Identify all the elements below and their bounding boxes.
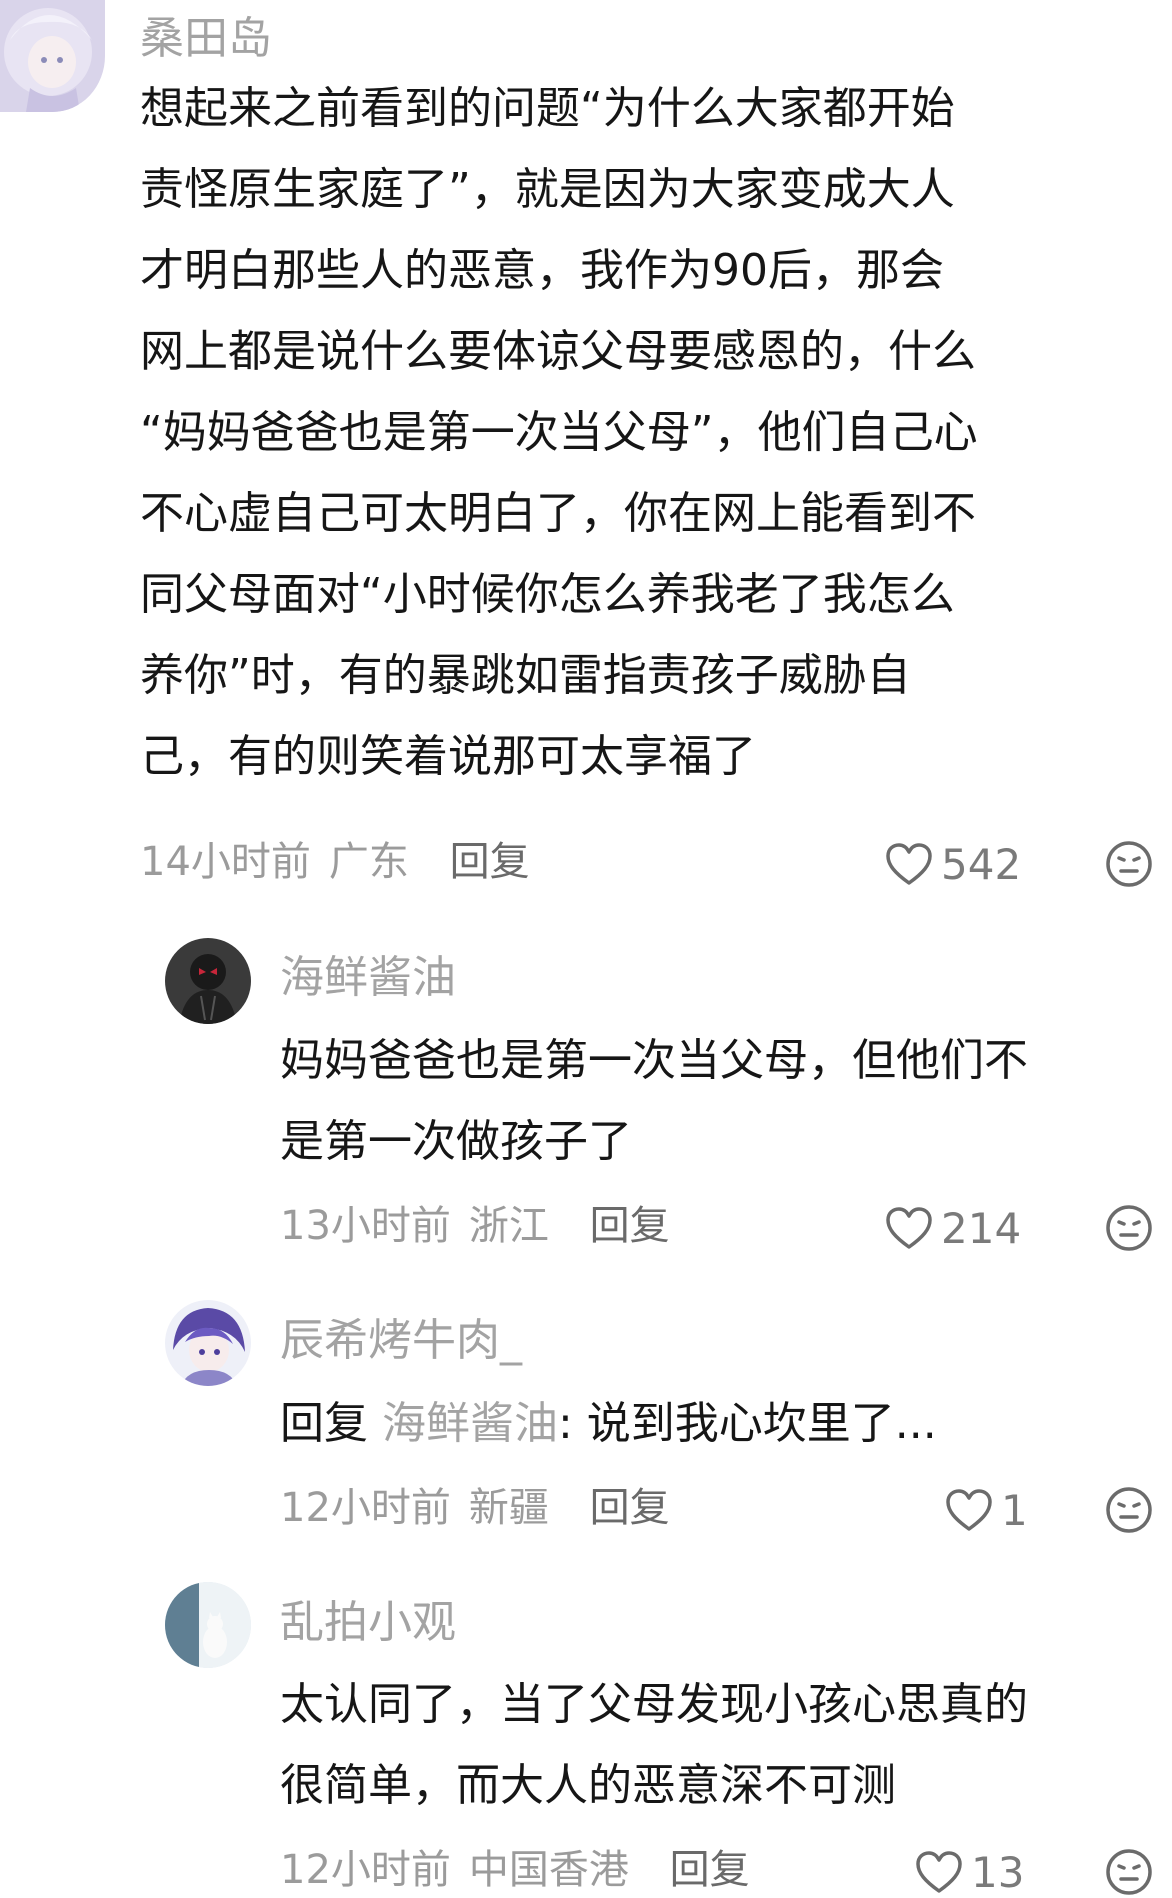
- like-count: 542: [941, 840, 1022, 889]
- reply-target-username[interactable]: 海鲜酱油: [382, 1398, 558, 1449]
- reply-button[interactable]: 回复: [590, 1485, 670, 1531]
- comment-line: 是第一次做孩子了: [280, 1116, 632, 1167]
- comment-line: 网上都是说什么要体谅父母要感恩的，什么: [140, 326, 976, 377]
- neutral-face-icon: [1106, 1849, 1152, 1895]
- dislike-button[interactable]: [1105, 840, 1153, 888]
- comment-text[interactable]: 回复 海鲜酱油: 说到我心坎里了...: [280, 1383, 1160, 1464]
- comment-line: 太认同了，当了父母发现小孩心思真的: [280, 1679, 1028, 1730]
- username[interactable]: 海鲜酱油: [280, 951, 456, 1005]
- heart-icon: [886, 843, 932, 885]
- heart-icon: [886, 1207, 932, 1249]
- reply-prefix: 回复: [280, 1398, 368, 1449]
- comment-line: 回复 海鲜酱油: 说到我心坎里了...: [280, 1383, 1160, 1464]
- timestamp: 14小时前: [140, 839, 311, 885]
- comment-text[interactable]: 妈妈爸爸也是第一次当父母，但他们不 是第一次做孩子了: [280, 1020, 1160, 1182]
- reply-content: : 说到我心坎里了...: [558, 1398, 937, 1449]
- comment-line: 才明白那些人的恶意，我作为90后，那会: [140, 245, 944, 296]
- location: 新疆: [468, 1485, 549, 1531]
- comment-meta: 14小时前 广东 回复: [140, 837, 530, 887]
- comment-line: 想起来之前看到的问题“为什么大家都开始: [140, 83, 955, 134]
- reply-button[interactable]: 回复: [450, 839, 530, 885]
- like-count: 13: [971, 1848, 1025, 1897]
- window-cat-avatar-icon: [165, 1582, 251, 1668]
- dark-masked-figure-avatar-icon: [165, 938, 251, 1024]
- dislike-button[interactable]: [1105, 1486, 1153, 1534]
- comment-meta: 13小时前 浙江 回复: [280, 1201, 670, 1251]
- like-count: 1: [1001, 1486, 1028, 1535]
- comment-meta: 12小时前 新疆 回复: [280, 1483, 670, 1533]
- heart-icon: [946, 1489, 992, 1531]
- comment-line: 己，有的则笑着说那可太享福了: [140, 731, 756, 782]
- comment-text[interactable]: 太认同了，当了父母发现小孩心思真的 很简单，而大人的恶意深不可测: [280, 1664, 1160, 1826]
- neutral-face-icon: [1106, 1487, 1152, 1533]
- dislike-button[interactable]: [1105, 1204, 1153, 1252]
- timestamp: 12小时前: [280, 1485, 451, 1531]
- reply-button[interactable]: 回复: [590, 1203, 670, 1249]
- comment-meta: 12小时前 中国香港 回复: [280, 1845, 750, 1895]
- comment-line: 责怪原生家庭了”，就是因为大家变成大人: [140, 164, 955, 215]
- neutral-face-icon: [1106, 841, 1152, 887]
- avatar[interactable]: [165, 1300, 251, 1386]
- like-button[interactable]: 214: [885, 1204, 1021, 1254]
- comment-line: “妈妈爸爸也是第一次当父母”，他们自己心: [140, 407, 978, 458]
- anime-purple-hair-avatar-icon: [165, 1300, 251, 1386]
- neutral-face-icon: [1106, 1205, 1152, 1251]
- heart-icon: [916, 1851, 962, 1893]
- comment-line: 妈妈爸爸也是第一次当父母，但他们不: [280, 1035, 1028, 1086]
- like-button[interactable]: 542: [885, 840, 1021, 890]
- comment-line: 很简单，而大人的恶意深不可测: [280, 1760, 896, 1811]
- comment-text[interactable]: 想起来之前看到的问题“为什么大家都开始 责怪原生家庭了”，就是因为大家变成大人 …: [140, 68, 1160, 797]
- location: 中国香港: [468, 1847, 629, 1893]
- timestamp: 12小时前: [280, 1847, 451, 1893]
- reply-button[interactable]: 回复: [670, 1847, 750, 1893]
- location: 广东: [328, 839, 409, 885]
- avatar[interactable]: [165, 938, 251, 1024]
- comment-line: 养你”时，有的暴跳如雷指责孩子威胁自: [140, 650, 911, 701]
- location: 浙江: [468, 1203, 549, 1249]
- username[interactable]: 辰希烤牛肉_: [280, 1314, 522, 1368]
- like-count: 214: [941, 1204, 1022, 1253]
- anime-girl-avatar-icon: [0, 0, 105, 112]
- comment-line: 同父母面对“小时候你怎么养我老了我怎么: [140, 569, 955, 620]
- like-button[interactable]: 13: [915, 1848, 1024, 1898]
- username[interactable]: 桑田岛: [140, 12, 272, 66]
- dislike-button[interactable]: [1105, 1848, 1153, 1896]
- like-button[interactable]: 1: [945, 1486, 1028, 1536]
- timestamp: 13小时前: [280, 1203, 451, 1249]
- username[interactable]: 乱拍小观: [280, 1596, 456, 1650]
- avatar[interactable]: [165, 1582, 251, 1668]
- comment-line: 不心虚自己可太明白了，你在网上能看到不: [140, 488, 976, 539]
- avatar[interactable]: [0, 0, 105, 112]
